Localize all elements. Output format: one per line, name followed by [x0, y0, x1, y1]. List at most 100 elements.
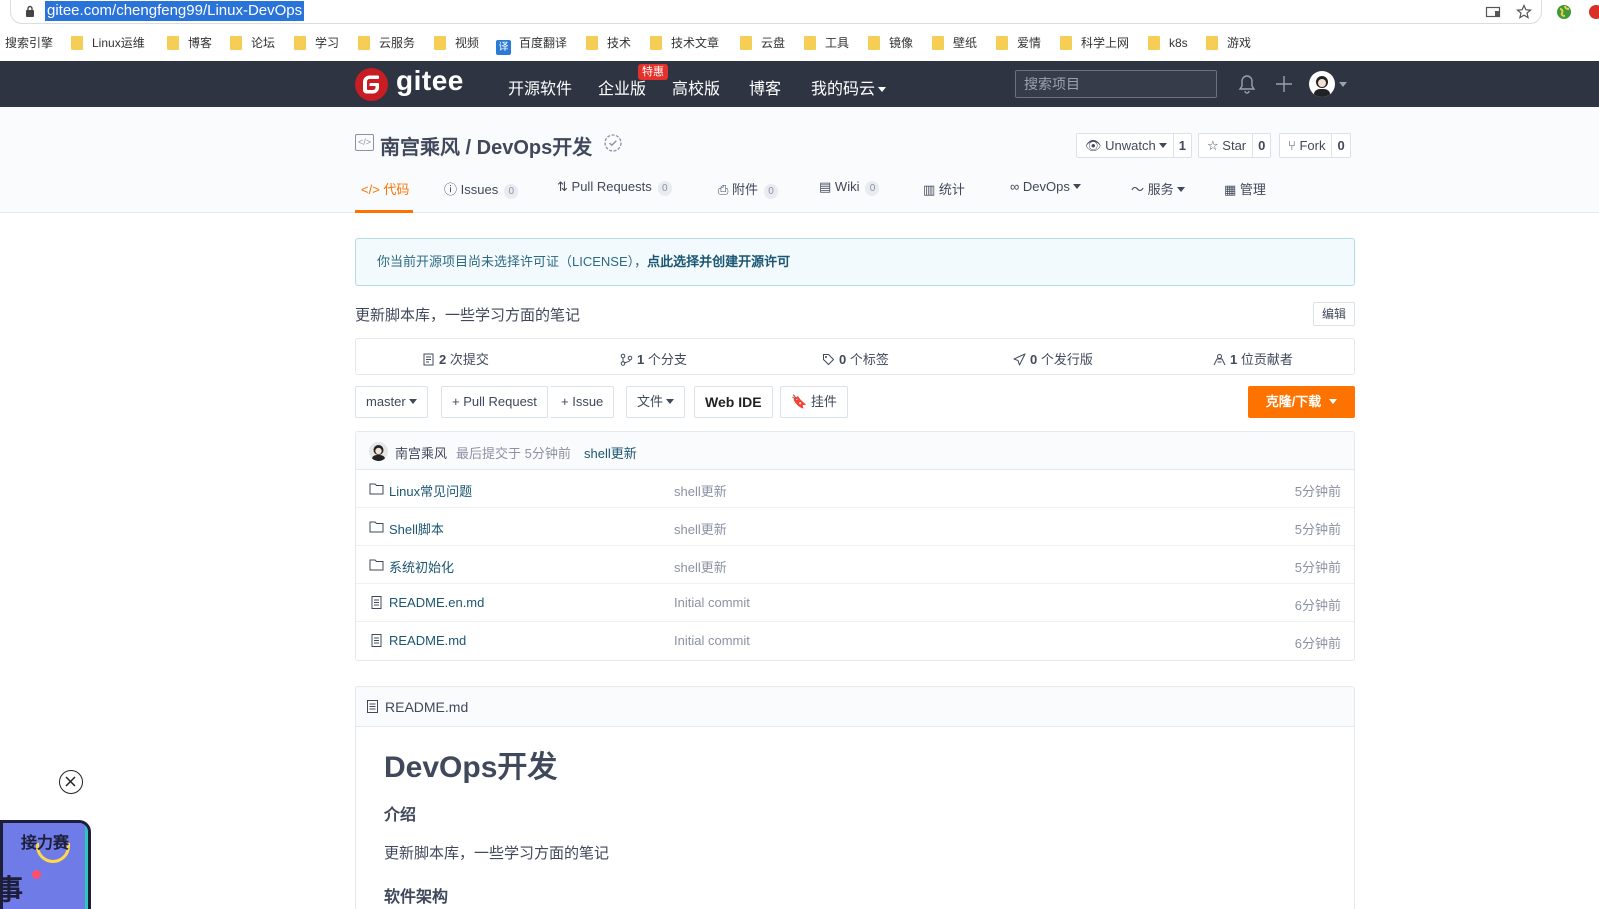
- branch-select[interactable]: master: [355, 386, 428, 418]
- tags-stat[interactable]: 0 个标签: [822, 349, 889, 368]
- unwatch-button[interactable]: 👁 Unwatch 1: [1076, 133, 1192, 158]
- bookmark-folder[interactable]: Linux运维: [71, 35, 145, 51]
- tab-devops[interactable]: ∞ DevOps: [1010, 179, 1081, 213]
- caret-down-icon[interactable]: [1339, 82, 1347, 87]
- folder-icon: [294, 36, 306, 50]
- bookmark-folder[interactable]: 科学上网: [1060, 35, 1129, 51]
- tab-attachments[interactable]: ⎙ 附件 0: [718, 179, 779, 213]
- nav-blog[interactable]: 博客: [749, 75, 781, 99]
- repo-stats-bar: 2 次提交 1 个分支 0 个标签 0 个发行版 1 位贡献者: [355, 338, 1355, 375]
- folder-outline-icon: [369, 559, 384, 571]
- search-input[interactable]: 搜索项目: [1015, 70, 1217, 98]
- address-bar[interactable]: gitee.com/chengfeng99/Linux-DevOps: [10, 0, 1542, 24]
- bookmark-folder[interactable]: 爱情: [996, 35, 1041, 51]
- repo-title[interactable]: 南宫乘风 / DevOps开发: [380, 131, 592, 160]
- file-commit-message[interactable]: shell更新: [674, 481, 727, 500]
- file-name-link[interactable]: Linux常见问题: [389, 481, 472, 500]
- bookmark-folder[interactable]: 云盘: [740, 35, 785, 51]
- file-name-link[interactable]: 系统初始化: [389, 557, 454, 576]
- bookmark-folder[interactable]: 游戏: [1206, 35, 1251, 51]
- tab-manage[interactable]: ▦ 管理: [1224, 179, 1266, 213]
- bookmark-star-icon[interactable]: [1516, 4, 1532, 20]
- extension-red-icon[interactable]: [1588, 4, 1599, 20]
- file-commit-message[interactable]: Initial commit: [674, 633, 750, 648]
- bookmark-folder[interactable]: 云服务: [358, 35, 415, 51]
- web-ide-button[interactable]: Web IDE: [694, 386, 773, 418]
- bookmark-translate[interactable]: 译百度翻译: [496, 35, 567, 55]
- user-avatar[interactable]: [1309, 71, 1335, 97]
- bookmark-folder[interactable]: k8s: [1148, 35, 1188, 51]
- file-menu-button[interactable]: 文件: [626, 386, 686, 418]
- bell-icon[interactable]: [1236, 73, 1258, 95]
- bookmark-folder[interactable]: 技术: [586, 35, 631, 51]
- bar-chart-icon: ▥: [923, 182, 936, 197]
- close-float-button[interactable]: [59, 770, 83, 794]
- caret-down-icon: [1329, 399, 1338, 404]
- plus-icon[interactable]: [1273, 73, 1295, 95]
- verified-badge-icon[interactable]: [603, 133, 623, 153]
- table-row: README.md Initial commit 6分钟前: [356, 622, 1354, 660]
- file-name-link[interactable]: README.en.md: [389, 595, 484, 610]
- bookmark-item[interactable]: 搜索引擎: [5, 35, 53, 51]
- star-icon: ☆: [1207, 138, 1219, 153]
- commits-stat[interactable]: 2 次提交: [422, 349, 489, 368]
- extension-globe-icon[interactable]: [1556, 4, 1572, 20]
- folder-icon: [1206, 36, 1218, 50]
- code-repo-icon: </>: [355, 134, 374, 151]
- bookmark-folder[interactable]: 论坛: [230, 35, 275, 51]
- browser-address-row: gitee.com/chengfeng99/Linux-DevOps: [0, 0, 1599, 28]
- tab-services[interactable]: 〜 服务: [1131, 179, 1185, 213]
- create-license-link[interactable]: 点此选择并创建开源许可: [647, 254, 790, 269]
- tab-statistics[interactable]: ▥ 统计: [923, 179, 965, 213]
- bookmark-folder[interactable]: 博客: [167, 35, 212, 51]
- tab-pull-requests[interactable]: ⇅ Pull Requests 0: [557, 179, 672, 213]
- widget-button[interactable]: 🔖 挂件: [780, 386, 848, 418]
- edit-description-button[interactable]: 编辑: [1313, 302, 1355, 326]
- file-commit-message[interactable]: shell更新: [674, 557, 727, 576]
- decorative-dot: [32, 870, 41, 879]
- gitee-logo-text[interactable]: gitee: [396, 65, 464, 97]
- bookmark-folder[interactable]: 技术文章: [650, 35, 719, 51]
- releases-stat[interactable]: 0 个发行版: [1013, 349, 1093, 368]
- url-text[interactable]: gitee.com/chengfeng99/Linux-DevOps: [45, 1, 305, 21]
- clone-download-button[interactable]: 克隆/下载: [1248, 386, 1355, 418]
- close-icon: [65, 776, 76, 787]
- commit-message[interactable]: shell更新: [584, 443, 637, 462]
- nav-university[interactable]: 高校版: [672, 75, 720, 99]
- contributors-icon: [1213, 354, 1226, 366]
- commit-author[interactable]: 南宫乘风: [395, 443, 447, 462]
- bookmarks-bar: 搜索引擎 Linux运维 博客 论坛 学习 云服务 视频 译百度翻译 技术 技术…: [0, 30, 1599, 56]
- file-name-link[interactable]: Shell脚本: [389, 519, 444, 538]
- promo-float-card[interactable]: 接力赛 事: [0, 820, 91, 909]
- bookmark-folder[interactable]: 工具: [804, 35, 849, 51]
- fork-button[interactable]: ⑂ Fork 0: [1279, 133, 1351, 158]
- tab-issues[interactable]: ⓘ Issues 0: [444, 179, 519, 213]
- bookmark-folder[interactable]: 学习: [294, 35, 339, 51]
- cast-icon[interactable]: [1485, 4, 1501, 20]
- site-header: gitee 开源软件 企业版 特惠 高校版 博客 我的码云 搜索项目: [0, 61, 1599, 107]
- bookmark-folder[interactable]: 视频: [434, 35, 479, 51]
- folder-icon: [71, 36, 83, 50]
- bookmark-folder[interactable]: 镜像: [868, 35, 913, 51]
- file-name-link[interactable]: README.md: [389, 633, 466, 648]
- folder-icon: [167, 36, 179, 50]
- folder-icon: [650, 36, 662, 50]
- author-avatar[interactable]: [369, 442, 388, 461]
- gitee-logo-icon[interactable]: [355, 68, 388, 101]
- file-commit-message[interactable]: shell更新: [674, 519, 727, 538]
- new-pull-request-button[interactable]: + Pull Request: [441, 386, 548, 418]
- nav-open-source[interactable]: 开源软件: [508, 75, 572, 99]
- bookmark-folder[interactable]: 壁纸: [932, 35, 977, 51]
- branches-stat[interactable]: 1 个分支: [620, 349, 687, 368]
- nav-my-gitee[interactable]: 我的码云: [811, 75, 887, 99]
- tab-code[interactable]: </> 代码: [355, 179, 413, 213]
- code-icon: </>: [361, 182, 380, 197]
- file-commit-time: 6分钟前: [1294, 598, 1341, 613]
- promo-badge: 特惠: [638, 64, 668, 80]
- new-issue-button[interactable]: + Issue: [551, 386, 615, 418]
- file-commit-message[interactable]: Initial commit: [674, 595, 750, 610]
- contributors-stat[interactable]: 1 位贡献者: [1213, 349, 1293, 368]
- tab-wiki[interactable]: ▤ Wiki 0: [819, 179, 880, 213]
- star-button[interactable]: ☆ Star 0: [1198, 133, 1272, 158]
- branch-icon: [620, 353, 633, 366]
